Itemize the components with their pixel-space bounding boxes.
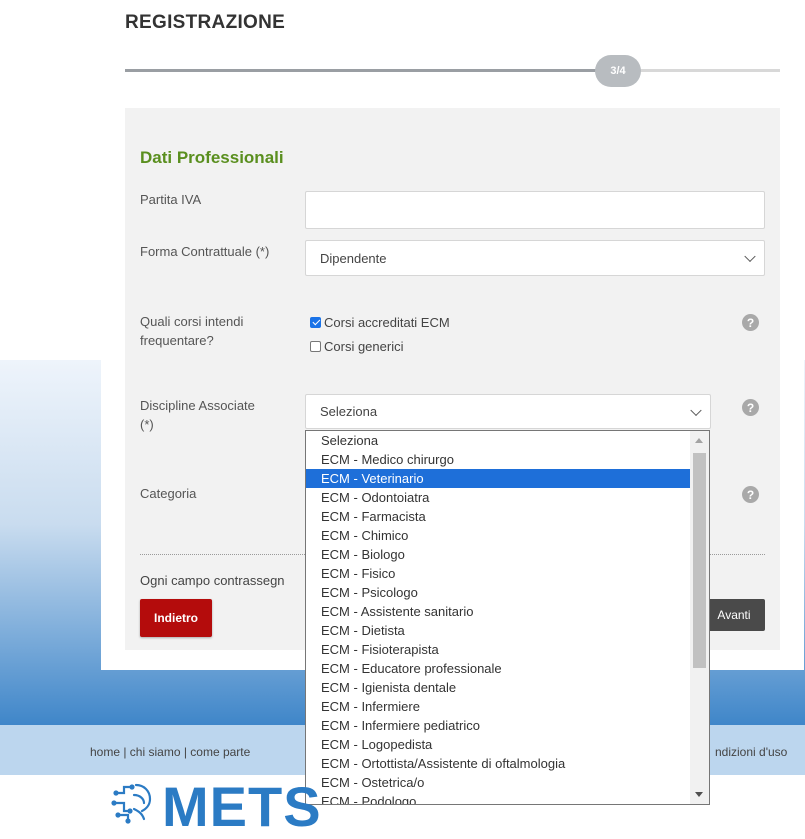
dropdown-option[interactable]: ECM - Ostetrica/o <box>306 773 690 792</box>
dropdown-option[interactable]: ECM - Podologo <box>306 792 690 804</box>
forma-contrattuale-value: Dipendente <box>320 250 387 266</box>
dropdown-option[interactable]: ECM - Assistente sanitario <box>306 602 690 621</box>
corsi-label: Quali corsi intendi frequentare? <box>140 314 244 348</box>
scrollbar-thumb[interactable] <box>693 453 706 668</box>
footer-links-right[interactable]: ndizioni d'uso <box>715 745 787 759</box>
dropdown-option[interactable]: ECM - Dietista <box>306 621 690 640</box>
dropdown-option[interactable]: ECM - Igienista dentale <box>306 678 690 697</box>
dropdown-option[interactable]: Seleziona <box>306 431 690 450</box>
discipline-select[interactable]: Seleziona <box>305 394 711 429</box>
scroll-up-arrow-icon[interactable] <box>695 438 703 443</box>
footer-links[interactable]: home | chi siamo | come parte <box>90 745 250 759</box>
corsi-generici-label: Corsi generici <box>324 339 404 354</box>
discipline-label: Discipline Associate (*) <box>140 398 255 432</box>
scroll-down-arrow-icon[interactable] <box>695 792 703 797</box>
help-icon[interactable]: ? <box>742 399 759 416</box>
checkbox-checked-icon[interactable] <box>310 317 321 328</box>
partita-iva-input[interactable] <box>305 191 765 229</box>
dropdown-option[interactable]: ECM - Fisioterapista <box>306 640 690 659</box>
chevron-down-icon <box>690 404 702 416</box>
corsi-ecm-label: Corsi accreditati ECM <box>324 315 450 330</box>
dropdown-option[interactable]: ECM - Odontoiatra <box>306 488 690 507</box>
dropdown-option[interactable]: ECM - Veterinario <box>306 469 690 488</box>
brain-circuit-icon <box>111 783 152 824</box>
checkbox-unchecked-icon[interactable] <box>310 341 321 352</box>
discipline-dropdown-list[interactable]: Seleziona ECM - Medico chirurgo ECM - Vete… <box>305 430 710 805</box>
dropdown-option[interactable]: ECM - Chimico <box>306 526 690 545</box>
help-icon[interactable]: ? <box>742 486 759 503</box>
dropdown-option[interactable]: ECM - Medico chirurgo <box>306 450 690 469</box>
forma-contrattuale-select[interactable]: Dipendente <box>305 240 765 276</box>
partita-iva-label: Partita IVA <box>140 192 202 207</box>
forma-contrattuale-label: Forma Contrattuale (*) <box>140 244 270 259</box>
dropdown-option[interactable]: ECM - Fisico <box>306 564 690 583</box>
dropdown-option[interactable]: ECM - Infermiere <box>306 697 690 716</box>
progress-fill <box>125 69 617 72</box>
logo-text: METS <box>162 775 322 838</box>
help-icon[interactable]: ? <box>742 314 759 331</box>
mets-logo: METS <box>110 775 322 839</box>
dropdown-option[interactable]: ECM - Psicologo <box>306 583 690 602</box>
dropdown-option[interactable]: ECM - Ortottista/Assistente di oftalmolo… <box>306 754 690 773</box>
scrollbar[interactable] <box>690 431 709 804</box>
categoria-label: Categoria <box>140 486 197 501</box>
chevron-down-icon <box>744 250 756 263</box>
dropdown-option[interactable]: ECM - Farmacista <box>306 507 690 526</box>
next-button[interactable]: Avanti <box>703 599 765 631</box>
page-title: REGISTRAZIONE <box>125 12 286 33</box>
progress-bar <box>125 69 780 72</box>
section-title: Dati Professionali <box>140 148 284 167</box>
discipline-value: Seleziona <box>320 404 378 419</box>
step-badge: 3/4 <box>595 55 641 87</box>
dropdown-option[interactable]: ECM - Educatore professionale <box>306 659 690 678</box>
back-button[interactable]: Indietro <box>140 599 212 637</box>
corsi-generici-checkbox[interactable]: Corsi generici <box>310 339 403 354</box>
dropdown-option[interactable]: ECM - Infermiere pediatrico <box>306 716 690 735</box>
required-fields-note: Ogni campo contrassegn <box>140 573 285 588</box>
dropdown-option[interactable]: ECM - Biologo <box>306 545 690 564</box>
corsi-ecm-checkbox[interactable]: Corsi accreditati ECM <box>310 315 450 330</box>
dropdown-option[interactable]: ECM - Logopedista <box>306 735 690 754</box>
dropdown-options: Seleziona ECM - Medico chirurgo ECM - Vete… <box>306 431 690 804</box>
